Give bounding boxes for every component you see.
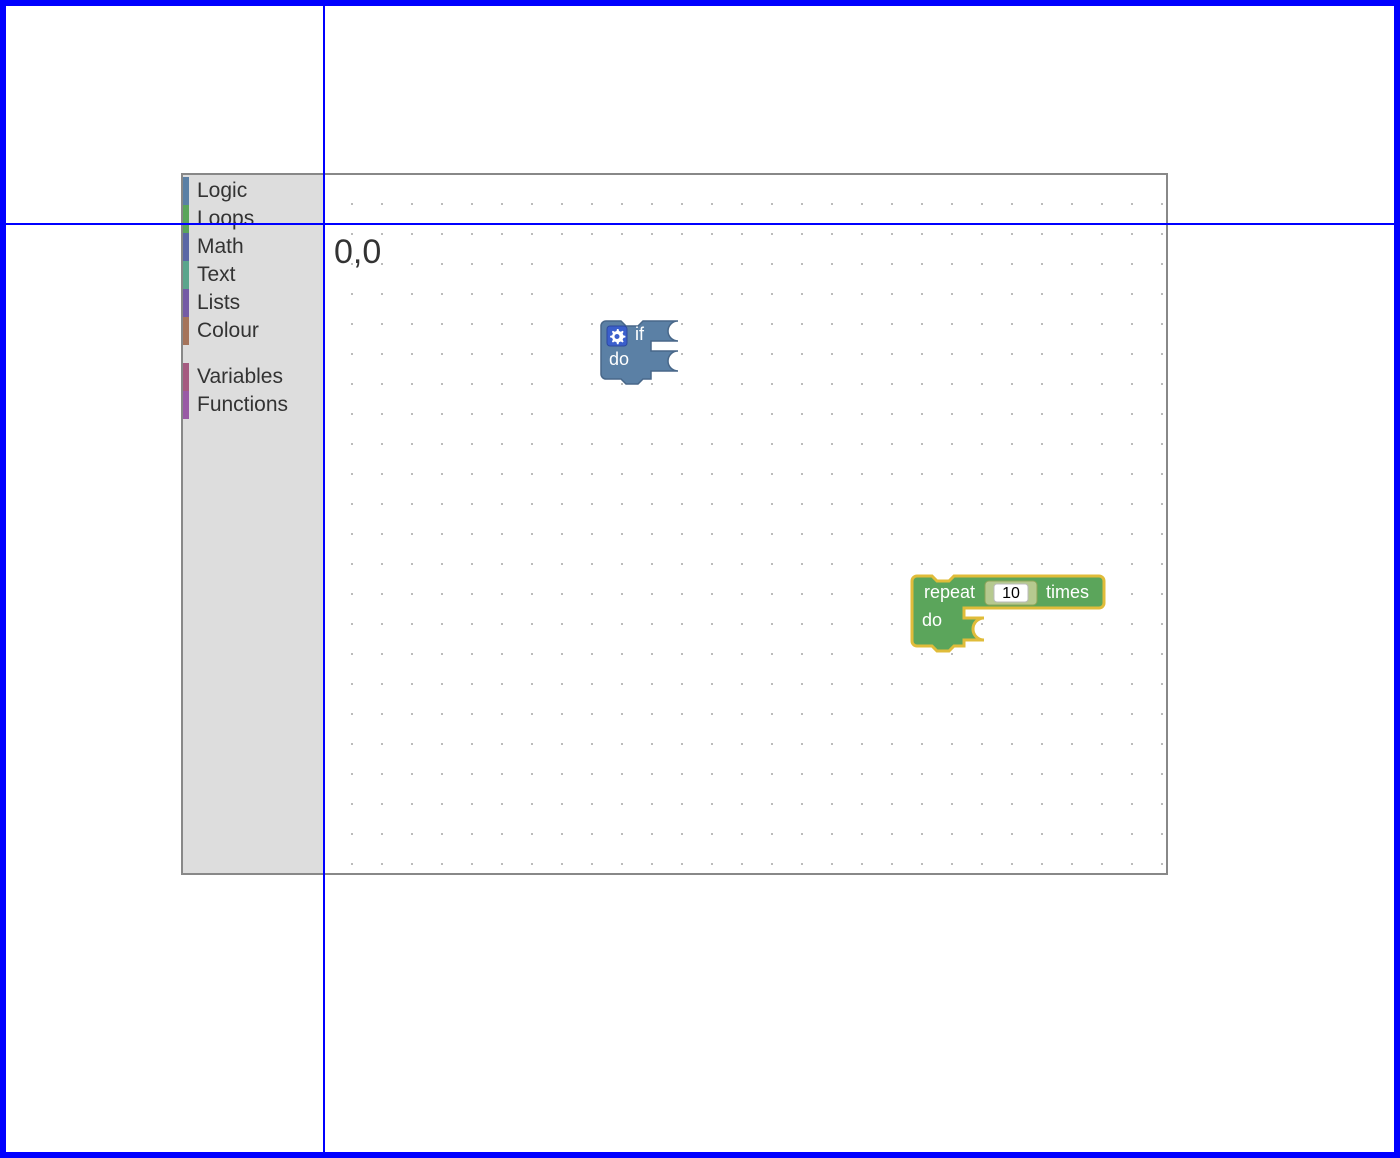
viewport: Logic Loops Math Text Lists Colour Variables Fu… (0, 0, 1400, 1158)
category-color-swatch (183, 205, 189, 233)
category-color-swatch (183, 363, 189, 391)
toolbox-item-loops[interactable]: Loops (183, 205, 323, 233)
blockly-workspace: Logic Loops Math Text Lists Colour Variables Fu… (181, 173, 1168, 875)
category-color-swatch (183, 289, 189, 317)
category-color-swatch (183, 261, 189, 289)
category-color-swatch (183, 233, 189, 261)
toolbox-item-label: Math (197, 235, 244, 259)
toolbox-item-label: Text (197, 263, 236, 287)
category-color-swatch (183, 317, 189, 345)
toolbox-item-label: Loops (197, 207, 254, 231)
number-value[interactable]: 10 (1002, 585, 1020, 602)
toolbox-item-variables[interactable]: Variables (183, 363, 323, 391)
toolbox[interactable]: Logic Loops Math Text Lists Colour Variables Fu… (183, 175, 323, 873)
crosshair-horizontal (6, 223, 1394, 225)
dot-grid (323, 175, 1166, 873)
toolbox-item-logic[interactable]: Logic (183, 177, 323, 205)
toolbox-item-text[interactable]: Text (183, 261, 323, 289)
gear-icon[interactable] (607, 326, 627, 346)
if-label: if (635, 324, 645, 344)
do-label: do (609, 349, 629, 369)
toolbox-item-colour[interactable]: Colour (183, 317, 323, 345)
crosshair-vertical (323, 6, 325, 1152)
origin-label: 0,0 (334, 233, 381, 272)
category-color-swatch (183, 391, 189, 419)
toolbox-item-functions[interactable]: Functions (183, 391, 323, 419)
if-block[interactable]: if do (601, 321, 721, 401)
toolbox-item-label: Functions (197, 393, 288, 417)
times-label: times (1046, 582, 1089, 602)
toolbox-item-label: Logic (197, 179, 247, 203)
toolbox-item-label: Lists (197, 291, 240, 315)
toolbox-item-math[interactable]: Math (183, 233, 323, 261)
toolbox-item-label: Colour (197, 319, 259, 343)
repeat-block[interactable]: repeat 10 times do (912, 576, 1122, 666)
canvas[interactable]: 0,0 if do repe (323, 175, 1166, 873)
do-label: do (922, 610, 942, 630)
toolbox-item-lists[interactable]: Lists (183, 289, 323, 317)
repeat-label: repeat (924, 582, 975, 602)
toolbox-item-label: Variables (197, 365, 283, 389)
category-color-swatch (183, 177, 189, 205)
